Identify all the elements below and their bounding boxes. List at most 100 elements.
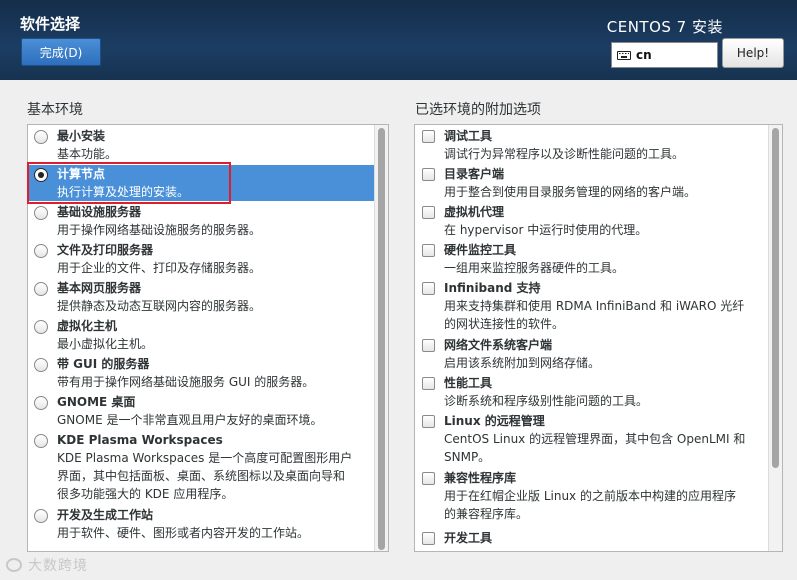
addon-description: 用于整合到使用目录服务管理的网络的客户端。 (444, 185, 697, 199)
addon-checkbox[interactable] (422, 244, 435, 257)
environment-option[interactable]: 最小安装 基本功能。 (29, 127, 374, 163)
addon-description: 调试行为异常程序以及诊断性能问题的工具。 (444, 147, 685, 161)
watermark: 大数跨境 (6, 555, 88, 575)
addon-name: 硬件监控工具 (444, 243, 517, 257)
addon-option[interactable]: 虚拟机代理在 hypervisor 中运行时使用的代理。 (416, 203, 768, 239)
environment-radio[interactable] (34, 206, 48, 220)
environment-radio[interactable] (34, 509, 48, 523)
environment-radio[interactable] (34, 434, 48, 448)
environment-option[interactable]: KDE Plasma Workspaces KDE Plasma Workspac… (29, 431, 374, 503)
help-button[interactable]: Help! (722, 38, 784, 68)
environment-name: 文件及打印服务器 (57, 243, 154, 257)
environment-radio[interactable] (34, 396, 48, 410)
addon-description: 启用该系统附加到网络存储。 (444, 356, 601, 370)
addon-checkbox[interactable] (422, 168, 435, 181)
addon-name: Linux 的远程管理 (444, 414, 545, 428)
addon-option[interactable]: 硬件监控工具一组用来监控服务器硬件的工具。 (416, 241, 768, 277)
environment-name: 计算节点 (57, 167, 106, 181)
environment-option[interactable]: 基本网页服务器 提供静态及动态互联网内容的服务器。 (29, 279, 374, 315)
environment-scrollbar[interactable] (374, 125, 388, 551)
addon-checkbox[interactable] (422, 415, 435, 428)
environment-option[interactable]: 开发及生成工作站用于软件、硬件、图形或者内容开发的工作站。 (29, 506, 374, 542)
environment-description: 用于软件、硬件、图形或者内容开发的工作站。 (57, 526, 310, 540)
environment-option[interactable]: GNOME 桌面 GNOME 是一个非常直观且用户友好的桌面环境。 (29, 393, 374, 429)
environment-option[interactable]: 计算节点 执行计算及处理的安装。 (29, 165, 374, 201)
addon-name: 虚拟机代理 (444, 205, 505, 219)
addons-scrollbar[interactable] (768, 125, 782, 551)
environment-radio[interactable] (34, 244, 48, 258)
addon-checkbox[interactable] (422, 472, 435, 485)
environment-radio[interactable] (34, 130, 48, 144)
addon-option[interactable]: 兼容性程序库用于在红帽企业版 Linux 的之前版本中构建的应用程序 的兼容程序库… (416, 469, 768, 523)
addon-option[interactable]: 网络文件系统客户端启用该系统附加到网络存储。 (416, 336, 768, 372)
done-button[interactable]: 完成(D) (21, 38, 101, 66)
addon-checkbox[interactable] (422, 377, 435, 390)
watermark-logo-icon (6, 558, 22, 572)
addon-name: 网络文件系统客户端 (444, 338, 553, 352)
addon-description: CentOS Linux 的远程管理界面，其中包含 OpenLMI 和 (444, 432, 746, 446)
addon-description: 一组用来监控服务器硬件的工具。 (444, 261, 625, 275)
addon-name: 目录客户端 (444, 167, 505, 181)
addon-name: 调试工具 (444, 129, 493, 143)
environment-option[interactable]: 虚拟化主机最小虚拟化主机。 (29, 317, 374, 353)
environment-name: KDE Plasma Workspaces (57, 433, 223, 447)
environment-name: 带 GUI 的服务器 (57, 357, 150, 371)
addon-name: Infiniband 支持 (444, 281, 541, 295)
environment-description: 基本功能。 (57, 147, 118, 161)
addon-checkbox[interactable] (422, 339, 435, 352)
page-title: 软件选择 (20, 15, 81, 33)
addon-description: 在 hypervisor 中运行时使用的代理。 (444, 223, 648, 237)
environment-radio[interactable] (34, 320, 48, 334)
environment-option[interactable]: 带 GUI 的服务器带有用于操作网络基础设施服务 GUI 的服务器。 (29, 355, 374, 391)
product-title: CENTOS 7 安装 (606, 18, 723, 36)
addon-description: SNMP。 (444, 450, 491, 464)
addon-description: 用于在红帽企业版 Linux 的之前版本中构建的应用程序 (444, 489, 736, 503)
addon-checkbox[interactable] (422, 532, 435, 545)
environment-name: 开发及生成工作站 (57, 508, 154, 522)
addon-option[interactable]: Linux 的远程管理 CentOS Linux 的远程管理界面，其中包含 Ope… (416, 412, 768, 466)
watermark-text: 大数跨境 (28, 558, 88, 574)
addon-option[interactable]: 调试工具调试行为异常程序以及诊断性能问题的工具。 (416, 127, 768, 163)
environment-description: 界面，其中包括面板、桌面、系统图标以及桌面向导和 (57, 469, 346, 483)
addon-description: 的网状连接性的软件。 (444, 317, 565, 331)
addon-option[interactable]: 性能工具诊断系统和程序级别性能问题的工具。 (416, 374, 768, 410)
addon-checkbox[interactable] (422, 130, 435, 143)
addon-name: 开发工具 (444, 531, 493, 545)
addon-checkbox[interactable] (422, 206, 435, 219)
environment-description: 最小虚拟化主机。 (57, 337, 154, 351)
base-environment-list-panel: 最小安装 基本功能。 计算节点 执行计算及处理的安装。基础设施服务器用于操作网络基础设… (27, 124, 389, 552)
keyboard-layout-indicator[interactable]: cn (611, 42, 718, 68)
environment-name: 基本网页服务器 (57, 281, 142, 295)
addon-option[interactable]: 开发工具 (416, 529, 768, 547)
environment-name: 虚拟化主机 (57, 319, 118, 333)
environment-radio[interactable] (34, 358, 48, 372)
addons-list-panel: 调试工具调试行为异常程序以及诊断性能问题的工具。 目录客户端用于整合到使用目录服务… (414, 124, 783, 552)
header-bar: 软件选择 完成(D) CENTOS 7 安装 cn Help! (0, 0, 797, 80)
environment-option[interactable]: 基础设施服务器用于操作网络基础设施服务的服务器。 (29, 203, 374, 239)
addon-name: 性能工具 (444, 376, 493, 390)
environment-radio[interactable] (34, 282, 48, 296)
environment-radio[interactable] (34, 168, 48, 182)
addon-name: 兼容性程序库 (444, 471, 517, 485)
base-environment-list: 最小安装 基本功能。 计算节点 执行计算及处理的安装。基础设施服务器用于操作网络基础设… (28, 125, 374, 551)
environment-description: 带有用于操作网络基础设施服务 GUI 的服务器。 (57, 375, 315, 389)
environment-name: GNOME 桌面 (57, 395, 136, 409)
environment-name: 基础设施服务器 (57, 205, 142, 219)
addons-list: 调试工具调试行为异常程序以及诊断性能问题的工具。 目录客户端用于整合到使用目录服务… (415, 125, 768, 551)
keyboard-icon (617, 50, 631, 60)
addon-description: 诊断系统和程序级别性能问题的工具。 (444, 394, 649, 408)
environment-description: GNOME 是一个非常直观且用户友好的桌面环境。 (57, 413, 323, 427)
addons-heading: 已选环境的附加选项 (415, 102, 541, 118)
addon-option[interactable]: 目录客户端用于整合到使用目录服务管理的网络的客户端。 (416, 165, 768, 201)
environment-description: 用于操作网络基础设施服务的服务器。 (57, 223, 262, 237)
addon-checkbox[interactable] (422, 282, 435, 295)
keyboard-layout-label: cn (636, 48, 652, 62)
environment-scroll-thumb[interactable] (378, 128, 385, 550)
addon-description: 的兼容程序库。 (444, 507, 529, 521)
addon-option[interactable]: Infiniband 支持用来支持集群和使用 RDMA InfiniBand 和… (416, 279, 768, 333)
environment-option[interactable]: 文件及打印服务器 用于企业的文件、打印及存储服务器。 (29, 241, 374, 277)
addons-scroll-thumb[interactable] (772, 128, 779, 468)
addon-description: 用来支持集群和使用 RDMA InfiniBand 和 iWARO 光纤 (444, 299, 745, 313)
environment-description: 很多功能强大的 KDE 应用程序。 (57, 487, 234, 501)
environment-description: KDE Plasma Workspaces 是一个高度可配置图形用户 (57, 451, 353, 465)
